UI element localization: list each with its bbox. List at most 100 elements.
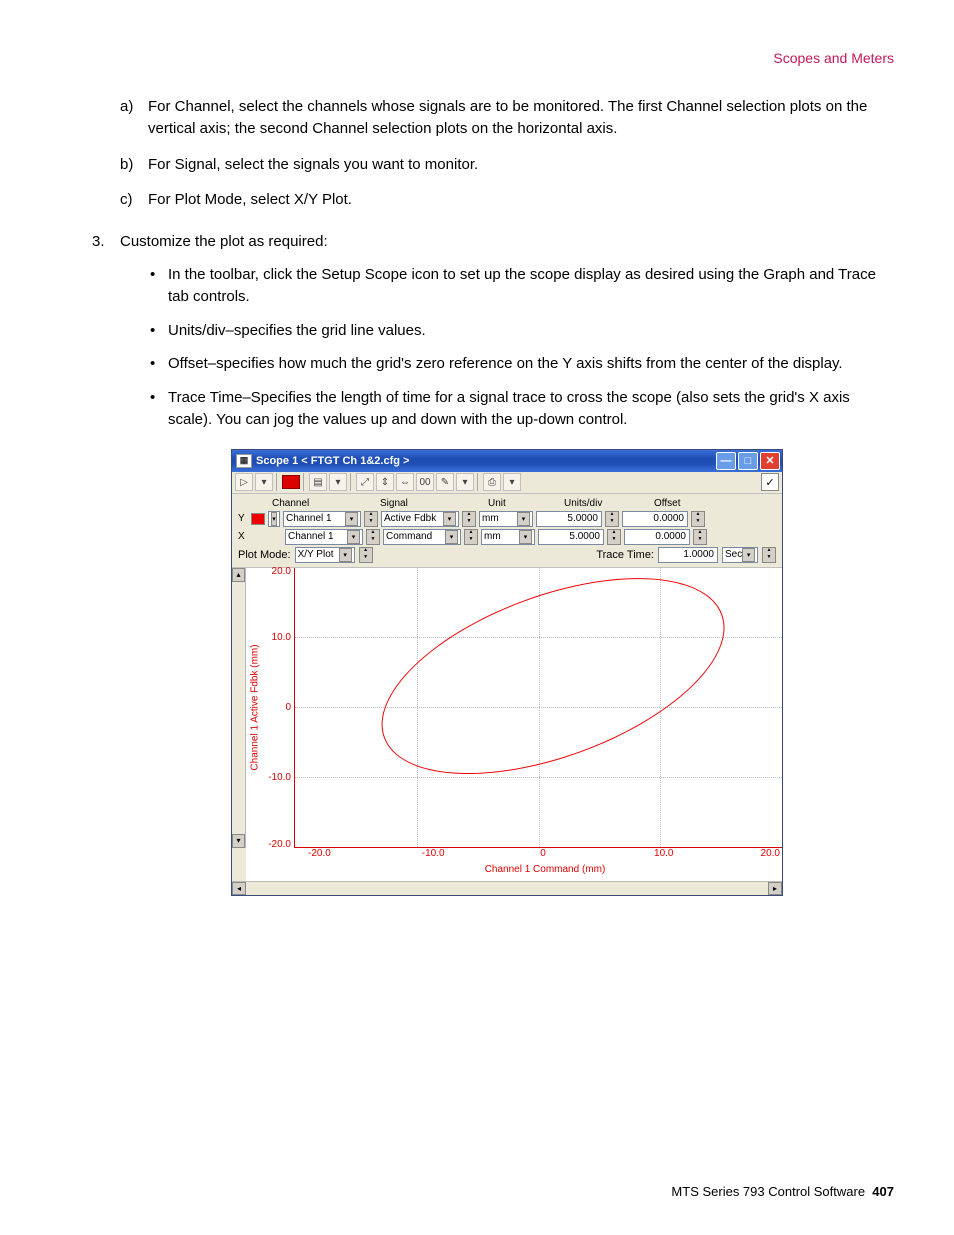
zoom-x-icon[interactable]: ⇔ (396, 473, 414, 491)
config-bottom-row: Plot Mode: X/Y Plot▾ ▲▼ Trace Time: 1.00… (238, 547, 776, 563)
signal-select[interactable]: Command▾ (383, 529, 461, 545)
bullet-text: Trace Time–Specifies the length of time … (168, 387, 894, 431)
tracetime-input[interactable]: 1.0000 (658, 547, 718, 563)
horizontal-scrollbar[interactable]: ◂ ▸ (232, 881, 782, 895)
col-signal: Signal (380, 498, 488, 509)
footer-product: MTS Series 793 Control Software (671, 1184, 865, 1199)
play-icon[interactable]: ▷ (235, 473, 253, 491)
list-item: b) For Signal, select the signals you wa… (120, 154, 894, 176)
item-text: For Signal, select the signals you want … (148, 154, 894, 176)
print-icon[interactable]: ⎙ (483, 473, 501, 491)
cursor-icon[interactable]: ✎ (436, 473, 454, 491)
x-axis-area: -20.0 -10.0 0 10.0 20.0 Channel 1 Comman… (246, 848, 782, 881)
bullet-text: Offset–specifies how much the grid's zer… (168, 353, 894, 375)
signal-select[interactable]: Active Fdbk▾ (381, 511, 459, 527)
plotmode-stepper[interactable]: ▲▼ (359, 547, 373, 563)
scroll-up-icon[interactable]: ▴ (232, 568, 245, 582)
color-dropdown[interactable]: ▾ (268, 511, 280, 527)
item-marker: b) (120, 154, 148, 176)
tracetime-stepper[interactable]: ▲▼ (762, 547, 776, 563)
tracetime-unit-select[interactable]: Sec▾ (722, 547, 758, 563)
channel-select[interactable]: Channel 1▾ (285, 529, 363, 545)
list-item: • Offset–specifies how much the grid's z… (150, 353, 894, 375)
list-item: a) For Channel, select the channels whos… (120, 96, 894, 140)
scroll-right-icon[interactable]: ▸ (768, 882, 782, 895)
channel-stepper[interactable]: ▲▼ (366, 529, 380, 545)
window-title: Scope 1 < FTGT Ch 1&2.cfg > (256, 455, 716, 467)
trace-row-x: X Channel 1▾ ▲▼ Command▾ ▲▼ mm▾ 5.0000 ▲… (238, 529, 776, 545)
bullet-marker: • (150, 264, 168, 308)
section-header: Scopes and Meters (60, 50, 894, 66)
offset-stepper[interactable]: ▲▼ (693, 529, 707, 545)
step-3: 3. Customize the plot as required: (92, 233, 894, 250)
signal-stepper[interactable]: ▲▼ (464, 529, 478, 545)
chart: Channel 1 Active Fdbk (mm) 20.0 10.0 0 -… (246, 568, 782, 848)
config-panel: Channel Signal Unit Units/div Offset Y ▾… (232, 494, 782, 568)
trace-color-swatch[interactable] (251, 513, 265, 525)
dropdown-icon[interactable]: ▾ (255, 473, 273, 491)
list-item: • Trace Time–Specifies the length of tim… (150, 387, 894, 431)
step-marker: 3. (92, 233, 120, 250)
x-axis-ticks: -20.0 -10.0 0 10.0 20.0 (308, 848, 782, 862)
list-item: • Units/div–specifies the grid line valu… (150, 320, 894, 342)
stop-icon[interactable] (282, 475, 300, 489)
list-item: • In the toolbar, click the Setup Scope … (150, 264, 894, 308)
bullet-marker: • (150, 387, 168, 431)
toolbar: ▷ ▾ ▤ ▾ ⤢ ⇕ ⇔ 00 ✎ ▾ ⎙ ▾ ✓ (232, 472, 782, 494)
plotmode-select[interactable]: X/Y Plot▾ (295, 547, 355, 563)
close-button[interactable]: ✕ (760, 452, 780, 470)
channel-select[interactable]: Channel 1▾ (283, 511, 361, 527)
plot-canvas[interactable] (294, 568, 782, 848)
unitsdiv-stepper[interactable]: ▲▼ (607, 529, 621, 545)
plot-zone: ▴ ▾ Channel 1 Active Fdbk (mm) 20.0 10.0… (232, 568, 782, 848)
item-text: For Plot Mode, select X/Y Plot. (148, 189, 894, 211)
item-marker: a) (120, 96, 148, 140)
col-unitsdiv: Units/div (564, 498, 654, 509)
y-axis-ticks: 20.0 10.0 0 -10.0 -20.0 (264, 568, 294, 848)
zoom-xy-icon[interactable]: ⤢ (356, 473, 374, 491)
dropdown-icon[interactable]: ▾ (456, 473, 474, 491)
offset-input[interactable]: 0.0000 (622, 511, 688, 527)
bullet-text: Units/div–specifies the grid line values… (168, 320, 894, 342)
item-marker: c) (120, 189, 148, 211)
pause-icon[interactable]: 00 (416, 473, 434, 491)
unitsdiv-input[interactable]: 5.0000 (538, 529, 604, 545)
plotmode-label: Plot Mode: (238, 549, 291, 561)
dropdown-icon[interactable]: ▾ (503, 473, 521, 491)
scroll-down-icon[interactable]: ▾ (232, 834, 245, 848)
col-unit: Unit (488, 498, 564, 509)
channel-stepper[interactable]: ▲▼ (364, 511, 378, 527)
unit-select[interactable]: mm▾ (481, 529, 535, 545)
bullet-marker: • (150, 320, 168, 342)
titlebar[interactable]: ▦ Scope 1 < FTGT Ch 1&2.cfg > — □ ✕ (232, 450, 782, 472)
col-offset: Offset (654, 498, 724, 509)
col-channel: Channel (272, 498, 380, 509)
vertical-scrollbar[interactable]: ▴ ▾ (232, 568, 246, 848)
trace-row-y: Y ▾ Channel 1▾ ▲▼ Active Fdbk▾ ▲▼ mm▾ 5.… (238, 511, 776, 527)
minimize-button[interactable]: — (716, 452, 736, 470)
app-icon: ▦ (236, 454, 252, 468)
unit-select[interactable]: mm▾ (479, 511, 533, 527)
body-content: a) For Channel, select the channels whos… (60, 96, 894, 896)
chart-icon[interactable]: ✓ (761, 473, 779, 491)
footer-page: 407 (872, 1184, 894, 1199)
list-item: c) For Plot Mode, select X/Y Plot. (120, 189, 894, 211)
y-axis-label: Channel 1 Active Fdbk (mm) (246, 568, 264, 848)
dropdown-icon[interactable]: ▾ (329, 473, 347, 491)
step-text: Customize the plot as required: (120, 233, 894, 250)
axis-label: Y (238, 513, 248, 524)
page-footer: MTS Series 793 Control Software 407 (671, 1184, 894, 1199)
bullet-list: • In the toolbar, click the Setup Scope … (120, 264, 894, 431)
x-axis-label: Channel 1 Command (mm) (308, 862, 782, 881)
unitsdiv-stepper[interactable]: ▲▼ (605, 511, 619, 527)
tracetime-label: Trace Time: (596, 549, 654, 561)
unitsdiv-input[interactable]: 5.0000 (536, 511, 602, 527)
offset-stepper[interactable]: ▲▼ (691, 511, 705, 527)
item-text: For Channel, select the channels whose s… (148, 96, 894, 140)
scroll-left-icon[interactable]: ◂ (232, 882, 246, 895)
zoom-y-icon[interactable]: ⇕ (376, 473, 394, 491)
setup-scope-icon[interactable]: ▤ (309, 473, 327, 491)
offset-input[interactable]: 0.0000 (624, 529, 690, 545)
maximize-button[interactable]: □ (738, 452, 758, 470)
signal-stepper[interactable]: ▲▼ (462, 511, 476, 527)
